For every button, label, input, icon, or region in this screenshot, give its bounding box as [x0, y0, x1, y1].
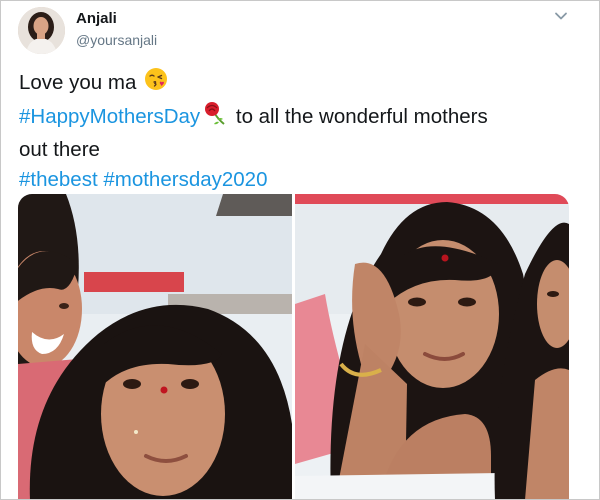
avatar[interactable]: [18, 7, 65, 54]
user-handle[interactable]: @yoursanjali: [76, 32, 157, 48]
tweet-card: Anjali @yoursanjali Love you ma #HappyMo…: [0, 0, 600, 500]
kiss-face-icon: [144, 67, 168, 100]
chevron-down-icon[interactable]: [554, 9, 568, 23]
tweet-line-2: #HappyMothersDay to all the wonderful mo…: [19, 100, 579, 135]
rose-icon: [202, 100, 228, 135]
media-grid: [18, 194, 569, 499]
tweet-text-out-there: out there: [19, 138, 100, 161]
photo-mother[interactable]: [295, 194, 569, 499]
tweet-line-1: Love you ma: [19, 67, 579, 100]
tweet-text-wonderful: to all the wonderful mothers: [230, 104, 488, 128]
tweet-line-4: #thebest #mothersday2020: [19, 165, 579, 195]
hashtag-thebest[interactable]: #thebest: [19, 168, 98, 191]
tweet-text-love: Love you ma: [19, 70, 137, 94]
photo-right-image: [295, 194, 569, 499]
hashtag-happymothersday[interactable]: #HappyMothersDay: [19, 105, 200, 128]
photo-selfie[interactable]: [18, 194, 292, 499]
tweet-line-3: out there: [19, 135, 579, 165]
tweet-text: Love you ma #HappyMothersDay to all the …: [19, 67, 579, 195]
hashtag-mothersday2020[interactable]: #mothersday2020: [103, 168, 267, 191]
display-name[interactable]: Anjali: [76, 10, 117, 27]
avatar-image: [18, 7, 65, 54]
photo-left-image: [18, 194, 292, 499]
